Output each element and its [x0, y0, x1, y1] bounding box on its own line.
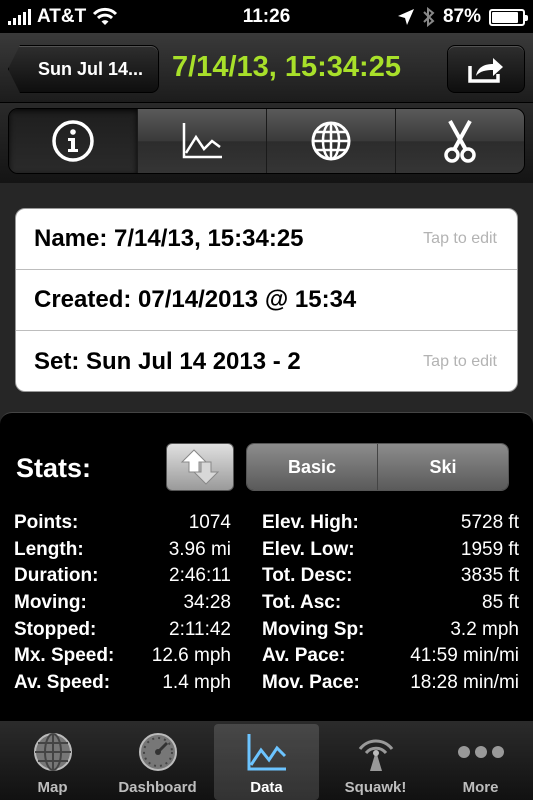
stat-value: 34:28 — [183, 592, 231, 614]
tab-label: Data — [250, 779, 283, 796]
status-right: 87% — [397, 6, 528, 28]
navigation-bar: Sun Jul 14... 7/14/13, 15:34:25 — [0, 33, 533, 103]
more-icon — [457, 746, 504, 758]
globe-icon — [33, 733, 72, 771]
chart-icon — [247, 734, 286, 771]
stat-label: Elev. Low: — [262, 538, 355, 560]
stat-row: Tot. Desc: 3835 ft — [262, 565, 519, 592]
stat-label: Tot. Desc: — [262, 565, 353, 587]
stat-value: 2:46:11 — [169, 565, 231, 587]
created-row: Created: 07/14/2013 @ 15:34 — [16, 270, 517, 331]
tab-label: Map — [37, 779, 68, 796]
stat-value: 5728 ft — [460, 512, 519, 533]
battery-icon — [489, 8, 528, 26]
stat-row: Tot. Asc: 85 ft — [262, 592, 519, 619]
stat-value: 12.6 mph — [151, 645, 231, 667]
stats-mode-control: Basic Ski — [246, 443, 509, 491]
segment-trim[interactable] — [396, 109, 524, 173]
stats-title: Stats: — [16, 453, 92, 483]
tab-bar: Map Dashboard Data Squawk! More — [0, 720, 533, 800]
stat-label: Mov. Pace: — [262, 672, 360, 694]
stat-label: Moving: — [14, 592, 87, 614]
share-icon — [468, 58, 503, 83]
stat-row: Mov. Pace: 18:28 min/mi — [262, 672, 519, 699]
stat-value: 85 ft — [482, 592, 519, 614]
stat-value: 3.96 mi — [168, 538, 231, 560]
stat-value: 3835 ft — [460, 565, 519, 587]
track-info-card: Name: 7/14/13, 15:34:25 Tap to edit Crea… — [15, 208, 518, 392]
battery-percent: 87% — [442, 6, 481, 27]
name-tap-to-edit: Tap to edit — [423, 230, 497, 247]
tab-label: More — [462, 779, 499, 796]
mode-basic-button[interactable]: Basic — [247, 444, 378, 490]
stat-label: Mx. Speed: — [14, 645, 115, 667]
stat-row: Av. Speed: 1.4 mph — [14, 672, 231, 699]
segment-chart[interactable] — [138, 109, 267, 173]
stat-label: Duration: — [14, 565, 99, 587]
location-arrow-icon — [397, 9, 414, 25]
stat-row: Stopped: 2:11:42 — [14, 619, 231, 646]
tab-data[interactable]: Data — [214, 724, 319, 800]
stat-label: Points: — [14, 512, 79, 533]
set-label: Set: Sun Jul 14 2013 - 2 — [34, 347, 301, 375]
name-row[interactable]: Name: 7/14/13, 15:34:25 Tap to edit — [16, 209, 517, 270]
tab-label: Squawk! — [344, 779, 407, 796]
stat-label: Length: — [14, 538, 84, 560]
segment-map[interactable] — [267, 109, 396, 173]
stat-row: Duration: 2:46:11 — [14, 565, 231, 592]
stats-left-column: Points: 1074 Length: 3.96 mi Duration: 2:46… — [14, 512, 231, 699]
stats-panel: Stats: Basic Ski Points: 1074 Length: 3.96… — [0, 412, 533, 720]
stat-value: 1959 ft — [460, 538, 519, 560]
share-button[interactable] — [447, 45, 525, 93]
info-icon — [52, 120, 94, 162]
mode-ski-button[interactable]: Ski — [378, 444, 508, 490]
stat-label: Elev. High: — [262, 512, 359, 533]
page-title: 7/14/13, 15:34:25 — [172, 51, 401, 83]
created-label: Created: 07/14/2013 @ 15:34 — [34, 286, 357, 313]
stat-row: Mx. Speed: 12.6 mph — [14, 645, 231, 672]
stat-value: 18:28 min/mi — [410, 672, 519, 694]
stat-label: Stopped: — [14, 618, 97, 640]
status-bar: AT&T 11:26 87% — [0, 0, 533, 33]
stat-row: Moving: 34:28 — [14, 592, 231, 619]
tab-label: Dashboard — [118, 779, 197, 796]
stats-right-column: Elev. High: 5728 ft Elev. Low: 1959 ft Tot… — [262, 512, 519, 699]
stat-value: 3.2 mph — [450, 618, 519, 640]
stat-row: Elev. High: 5728 ft — [262, 512, 519, 539]
view-toolbar — [0, 103, 533, 183]
stat-row: Moving Sp: 3.2 mph — [262, 619, 519, 646]
bluetooth-icon — [423, 7, 435, 27]
set-tap-to-edit: Tap to edit — [423, 352, 497, 370]
name-label: Name: 7/14/13, 15:34:25 — [34, 225, 304, 252]
stat-label: Moving Sp: — [262, 618, 365, 640]
stat-value: 1.4 mph — [162, 672, 231, 694]
globe-icon — [311, 121, 351, 161]
stat-value: 1074 — [188, 512, 231, 533]
segment-info[interactable] — [9, 109, 138, 173]
stat-label: Tot. Asc: — [262, 592, 342, 614]
back-button[interactable]: Sun Jul 14... — [8, 45, 159, 93]
sort-toggle-button[interactable] — [166, 443, 234, 491]
tab-more[interactable]: More — [428, 721, 533, 800]
gauge-icon — [138, 733, 177, 771]
stat-label: Av. Pace: — [262, 645, 346, 667]
stat-row: Elev. Low: 1959 ft — [262, 539, 519, 566]
stat-row: Length: 3.96 mi — [14, 539, 231, 566]
up-down-arrows-icon — [180, 449, 220, 485]
tab-dashboard[interactable]: Dashboard — [105, 721, 210, 800]
tab-squawk[interactable]: Squawk! — [323, 721, 428, 800]
stat-row: Av. Pace: 41:59 min/mi — [262, 645, 519, 672]
view-segmented-control — [8, 108, 525, 174]
tab-map[interactable]: Map — [0, 721, 105, 800]
set-row[interactable]: Set: Sun Jul 14 2013 - 2 Tap to edit — [16, 331, 517, 391]
broadcast-icon — [358, 739, 393, 771]
stat-value: 2:11:42 — [169, 618, 231, 640]
scissors-icon — [444, 120, 476, 163]
chart-icon — [182, 123, 222, 159]
stat-value: 41:59 min/mi — [410, 645, 519, 667]
stat-label: Av. Speed: — [14, 672, 111, 694]
stat-row: Points: 1074 — [14, 512, 231, 539]
